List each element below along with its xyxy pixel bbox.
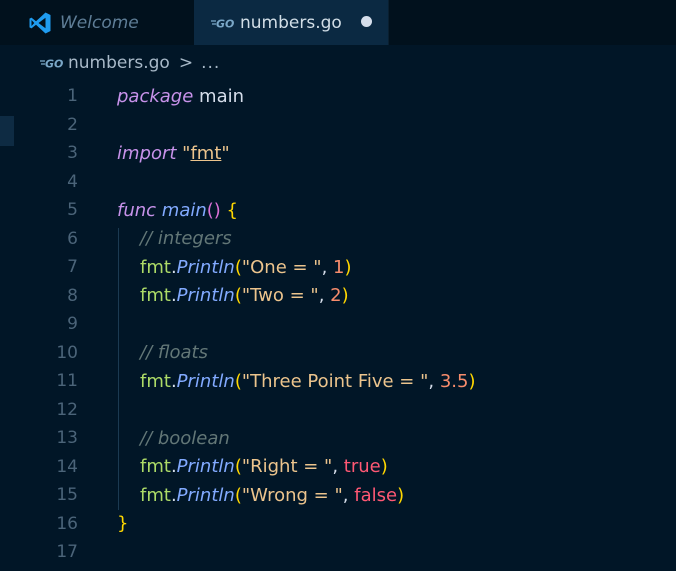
- function-name: Println: [176, 484, 235, 506]
- code-line: 3 import "fmt": [0, 139, 676, 167]
- punctuation: ,: [321, 256, 334, 278]
- punctuation: ,: [342, 484, 355, 506]
- package-ref: fmt: [140, 484, 171, 506]
- punctuation: (): [206, 199, 221, 221]
- go-file-icon: GO: [40, 57, 64, 69]
- function-name: Println: [176, 256, 235, 278]
- code-line: 15 fmt.Println("Wrong = ", false): [0, 481, 676, 509]
- number: 1: [333, 256, 345, 278]
- tab-bar: Welcome GO numbers.go: [0, 0, 676, 45]
- line-number: 12: [56, 399, 78, 420]
- line-number: 17: [56, 542, 78, 562]
- punctuation: (: [234, 456, 242, 477]
- line-number: 13: [56, 428, 78, 448]
- breadcrumb: GO numbers.go > ...: [0, 45, 676, 81]
- punctuation: ,: [332, 456, 344, 477]
- code-line: 12: [0, 396, 676, 424]
- line-number: 11: [56, 371, 78, 391]
- line-number: 10: [56, 342, 78, 363]
- code-line: 1 package main: [0, 82, 676, 110]
- punctuation: (: [234, 285, 242, 306]
- line-number: 7: [67, 257, 78, 277]
- svg-text:GO: GO: [45, 58, 63, 70]
- chevron-right-icon: >: [178, 53, 194, 73]
- line-number: 1: [67, 86, 78, 106]
- package-ref: fmt: [140, 256, 171, 278]
- code-line: 13 // boolean: [0, 424, 676, 452]
- code-line: 17: [0, 538, 676, 566]
- keyword: func: [117, 199, 157, 221]
- line-number: 5: [67, 200, 78, 220]
- number: 3.5: [439, 370, 469, 392]
- string: "Two = ": [241, 285, 319, 306]
- line-number: 6: [67, 228, 78, 249]
- string: "Right = ": [241, 456, 333, 477]
- svg-text:GO: GO: [216, 17, 234, 29]
- code-line: 14 fmt.Println("Right = ", true): [0, 453, 676, 481]
- line-number: 2: [67, 114, 78, 135]
- code-line: 10 // floats: [0, 339, 676, 367]
- breadcrumb-file[interactable]: numbers.go: [68, 53, 170, 73]
- line-number: 3: [67, 143, 78, 163]
- string: ": [176, 142, 191, 164]
- string: fmt: [190, 142, 222, 164]
- line-number: 4: [67, 171, 78, 192]
- keyword: package: [117, 85, 194, 107]
- string: "Three Point Five = ": [241, 370, 429, 392]
- comment: // floats: [140, 342, 208, 363]
- package-ref: fmt: [140, 456, 171, 477]
- package-ref: fmt: [140, 285, 171, 306]
- number: 2: [330, 285, 342, 306]
- punctuation: ): [341, 285, 349, 306]
- brace: }: [117, 513, 129, 534]
- string: ": [221, 142, 230, 164]
- punctuation: ): [397, 484, 405, 506]
- function-name: main: [156, 199, 207, 221]
- code-line: 5 func main() {: [0, 196, 676, 224]
- identifier: main: [193, 85, 245, 107]
- keyword: import: [117, 142, 177, 164]
- code-line: 9: [0, 310, 676, 338]
- string: "One = ": [241, 256, 322, 278]
- code-editor: Welcome GO numbers.go GO numbers.go > ..…: [0, 0, 676, 571]
- punctuation: ): [380, 456, 388, 477]
- code-line: 8 fmt.Println("Two = ", 2): [0, 282, 676, 310]
- tab-label: Welcome: [60, 12, 139, 33]
- function-name: Println: [176, 285, 235, 306]
- code-line: 4: [0, 168, 676, 196]
- function-name: Println: [176, 370, 235, 392]
- punctuation: (: [234, 370, 242, 392]
- brace: {: [220, 199, 238, 221]
- punctuation: ,: [428, 370, 440, 392]
- line-number: 15: [56, 485, 78, 505]
- go-file-icon: GO: [211, 17, 235, 29]
- punctuation: (: [234, 484, 242, 506]
- comment: // integers: [140, 228, 232, 249]
- code-line: 6 // integers: [0, 225, 676, 253]
- tab-numbers-go[interactable]: GO numbers.go: [194, 0, 389, 45]
- unsaved-indicator-icon[interactable]: [361, 16, 372, 27]
- punctuation: ): [468, 370, 476, 392]
- punctuation: ,: [318, 285, 331, 306]
- code-line: 2: [0, 111, 676, 139]
- function-name: Println: [176, 456, 235, 477]
- punctuation: ): [344, 256, 352, 278]
- line-number: 8: [67, 285, 78, 306]
- code-line: 11 fmt.Println("Three Point Five = ", 3.…: [0, 367, 676, 395]
- package-ref: fmt: [140, 370, 171, 392]
- boolean: true: [343, 456, 381, 477]
- code-line: 16 }: [0, 510, 676, 538]
- vscode-logo-icon: [28, 11, 52, 35]
- line-number: 14: [56, 456, 78, 477]
- code-line: 7 fmt.Println("One = ", 1): [0, 253, 676, 281]
- line-number: 9: [67, 314, 78, 334]
- comment: // boolean: [140, 427, 230, 449]
- tab-label: numbers.go: [240, 12, 342, 33]
- punctuation: (: [234, 256, 242, 278]
- boolean: false: [354, 484, 398, 506]
- tab-welcome[interactable]: Welcome: [14, 0, 194, 45]
- breadcrumb-symbols[interactable]: ...: [201, 53, 220, 73]
- string: "Wrong = ": [241, 484, 343, 506]
- line-number: 16: [56, 513, 78, 534]
